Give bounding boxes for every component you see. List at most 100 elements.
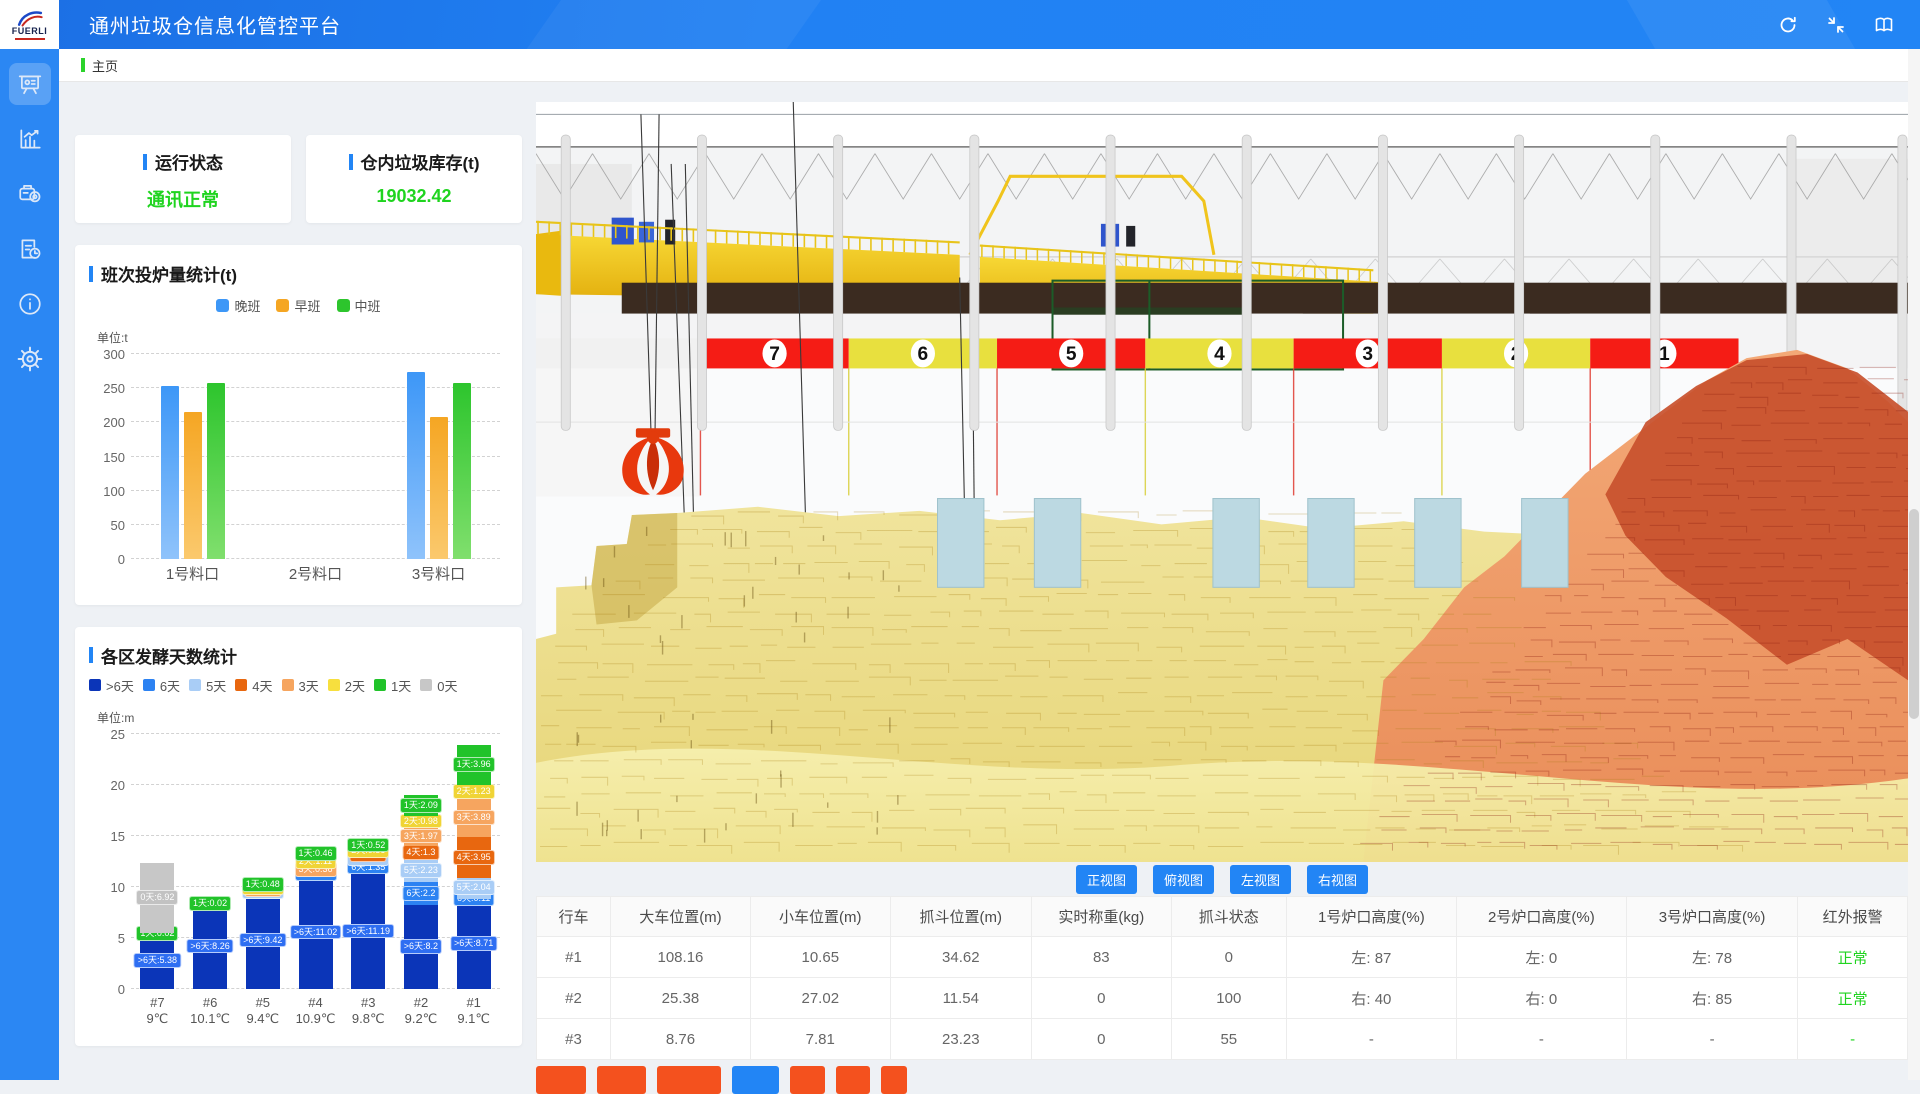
breadcrumb-home[interactable]: 主页 (92, 56, 118, 75)
table-cell: 11.54 (890, 978, 1031, 1019)
scrollbar-thumb[interactable] (1909, 509, 1919, 719)
legend-item-6天[interactable]: 6天 (143, 676, 180, 695)
table-header-抓斗位置(m): 抓斗位置(m) (890, 897, 1031, 937)
legend-item-中班[interactable]: 中班 (337, 296, 381, 315)
x-category-label: #59.4℃ (236, 995, 289, 1029)
legend-item-早班[interactable]: 早班 (276, 296, 320, 315)
legend-swatch (216, 299, 229, 312)
table-header-实时称重(kg): 实时称重(kg) (1031, 897, 1171, 937)
sidebar-item-info[interactable] (9, 283, 51, 325)
segment-2天-#3 (351, 848, 385, 854)
x-category-label: #19.1℃ (447, 995, 500, 1029)
shift-chart-title: 班次投炉量统计(t) (101, 261, 237, 286)
y-tick-label: 20 (91, 778, 125, 793)
fermentation-chart-unit: 单位:m (97, 709, 508, 726)
segment-5天-#3 (351, 857, 385, 861)
bottom-button-4[interactable] (732, 1066, 779, 1094)
segment-1天-#6 (193, 903, 227, 904)
view-button-俯视图[interactable]: 俯视图 (1153, 865, 1214, 894)
table-cell: 0 (1171, 937, 1286, 978)
bottom-button-6[interactable] (836, 1066, 870, 1094)
legend-item-2天[interactable]: 2天 (328, 676, 365, 695)
segment-1天-#2 (404, 795, 438, 816)
x-category-label: #610.1℃ (184, 995, 237, 1029)
segment-6天-#1 (457, 899, 491, 900)
legend-swatch (189, 679, 201, 691)
fermentation-chart-card: 各区发酵天数统计 >6天 6天 5天 4天 3天 2天 1天 0天 单位:m 05101520… (75, 627, 522, 1047)
table-cell: 正常 (1798, 978, 1908, 1019)
inventory-card: 仓内垃圾库存(t) 19032.42 (306, 135, 522, 223)
sidebar-item-report[interactable] (9, 228, 51, 270)
table-header-2号炉口高度(%): 2号炉口高度(%) (1456, 897, 1626, 937)
run-status-title: 运行状态 (155, 149, 223, 174)
fermentation-chart-title: 各区发酵天数统计 (101, 643, 237, 668)
table-cell: 7.81 (750, 1019, 890, 1060)
table-header-行车: 行车 (537, 897, 611, 937)
legend-label: 5天 (206, 676, 226, 695)
table-cell: 左: 87 (1286, 937, 1456, 978)
legend-item->6天[interactable]: >6天 (89, 676, 134, 695)
info-icon (17, 291, 43, 317)
legend-item-0天[interactable]: 0天 (420, 676, 457, 695)
view-button-左视图[interactable]: 左视图 (1230, 865, 1291, 894)
segment-4天-#2 (404, 846, 438, 859)
bay-number-6: 6 (918, 343, 929, 365)
feed-chute-panel-5 (1415, 499, 1461, 588)
legend-label: 0天 (437, 676, 457, 695)
legend-item-晚班[interactable]: 晚班 (216, 296, 260, 315)
report-clock-icon (17, 236, 43, 262)
sidebar-item-device[interactable] (9, 173, 51, 215)
segment-3天-#1 (457, 798, 491, 838)
legend-item-3天[interactable]: 3天 (282, 676, 319, 695)
shift-chart-xaxis: 1号料口2号料口3号料口 (131, 565, 500, 585)
sidebar-item-settings[interactable] (9, 338, 51, 380)
bar-早班-1号料口 (184, 412, 202, 559)
fermentation-chart-plot: 0510152025>6天:5.381天:0.020天:6.92>6天:8.26… (131, 734, 500, 989)
legend-item-1天[interactable]: 1天 (374, 676, 411, 695)
bay-number-1: 1 (1659, 343, 1670, 365)
table-row: #1108.1610.6534.62830左: 87左: 0左: 78正常 (537, 937, 1908, 978)
legend-swatch (89, 679, 101, 691)
bar-晚班-1号料口 (161, 386, 179, 559)
bottom-button-7[interactable] (881, 1066, 907, 1094)
segment-1天-#5 (246, 883, 280, 888)
table-header-小车位置(m): 小车位置(m) (750, 897, 890, 937)
table-header-3号炉口高度(%): 3号炉口高度(%) (1626, 897, 1797, 937)
bottom-button-1[interactable] (536, 1066, 586, 1094)
bottom-button-2[interactable] (597, 1066, 646, 1094)
view-button-正视图[interactable]: 正视图 (1076, 865, 1137, 894)
table-cell: - (1626, 1019, 1797, 1060)
y-tick-label: 0 (91, 982, 125, 997)
y-tick-label: 0 (91, 552, 125, 567)
feed-chute-panel-6 (1522, 499, 1568, 588)
legend-item-4天[interactable]: 4天 (235, 676, 272, 695)
segment-5天-#1 (457, 878, 491, 899)
segment->6天-#2 (404, 905, 438, 989)
segment->6天-#3 (351, 874, 385, 988)
legend-item-5天[interactable]: 5天 (189, 676, 226, 695)
table-header-1号炉口高度(%): 1号炉口高度(%) (1286, 897, 1456, 937)
manual-icon[interactable] (1874, 15, 1894, 35)
sidebar-item-dashboard[interactable] (9, 63, 51, 105)
fermentation-chart-xaxis: #79℃#610.1℃#59.4℃#410.9℃#39.8℃#29.2℃#19.… (131, 995, 500, 1029)
bottom-button-3[interactable] (657, 1066, 721, 1094)
segment-2天-#2 (404, 816, 438, 826)
3d-warehouse-scene[interactable]: 7654321 (536, 102, 1908, 862)
bottom-button-5[interactable] (790, 1066, 825, 1094)
segment-2天-#5 (246, 888, 280, 889)
view-button-右视图[interactable]: 右视图 (1307, 865, 1368, 894)
sidebar-item-statistics[interactable] (9, 118, 51, 160)
feed-chute-panel-1 (938, 499, 984, 588)
table-cell: 8.76 (611, 1019, 751, 1060)
shift-chart-legend: 晚班早班中班 (89, 296, 508, 315)
table-cell: 83 (1031, 937, 1171, 978)
segment->6天-#4 (299, 876, 333, 988)
segment-3天-#2 (404, 826, 438, 846)
table-cell: 左: 0 (1456, 937, 1626, 978)
gridline (131, 387, 500, 388)
crane-data-table: 行车大车位置(m)小车位置(m)抓斗位置(m)实时称重(kg)抓斗状态1号炉口高… (536, 896, 1908, 1060)
table-cell: 左: 78 (1626, 937, 1797, 978)
run-status-card: 运行状态 通讯正常 (75, 135, 291, 223)
y-tick-label: 300 (91, 347, 125, 362)
table-cell: 0 (1031, 1019, 1171, 1060)
